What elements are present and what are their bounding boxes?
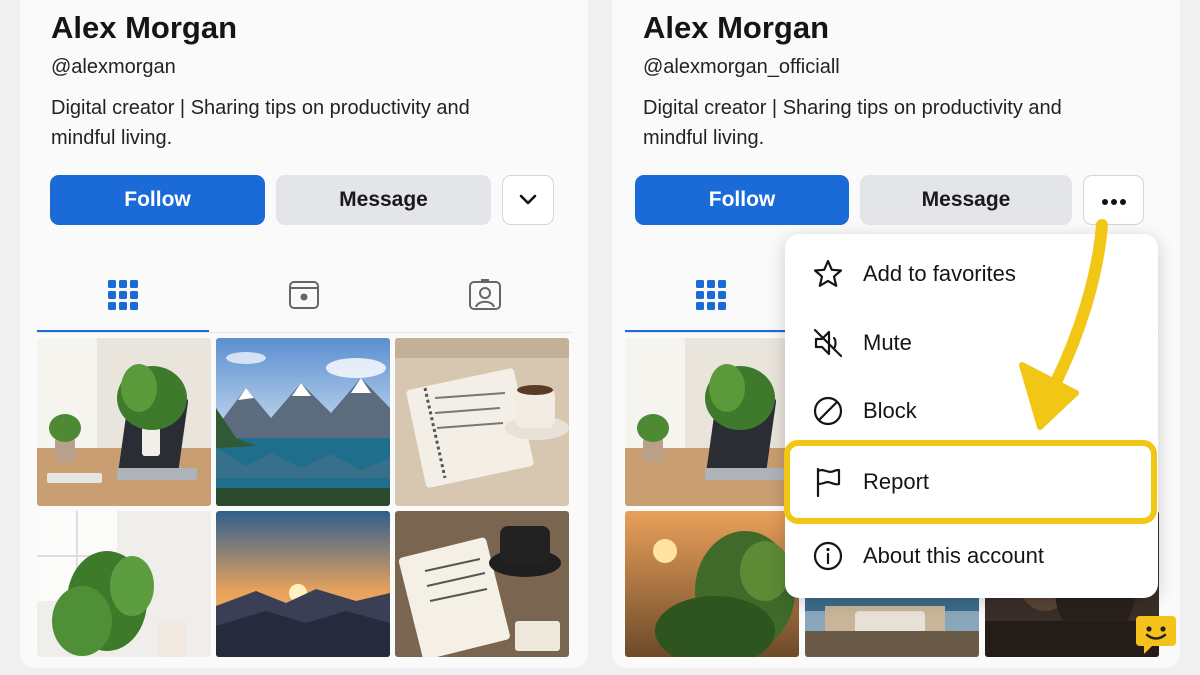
follow-button[interactable]: Follow [50, 175, 265, 225]
mute-icon [811, 326, 845, 360]
follow-button[interactable]: Follow [635, 175, 849, 225]
grid-icon [695, 279, 727, 316]
post-thumbnail[interactable] [625, 511, 799, 657]
pointer-arrow [1019, 219, 1108, 430]
menu-item-label: Add to favorites [863, 261, 1016, 286]
profile-handle: @alexmorgan_officiall [643, 56, 840, 78]
profile-bio: Digital creator | Sharing tips on produc… [643, 97, 1062, 149]
block-icon [811, 394, 845, 428]
tabs-divider [37, 332, 571, 333]
post-thumbnail[interactable] [216, 338, 390, 506]
profile-bio: Digital creator | Sharing tips on produc… [51, 97, 470, 149]
message-button[interactable]: Message [276, 175, 491, 225]
profile-panel-left: Alex Morgan @alexmorgan Digital creator … [20, 0, 588, 668]
tagged-icon [468, 278, 502, 317]
post-thumbnail[interactable] [625, 338, 799, 506]
info-icon [811, 539, 845, 573]
post-thumbnail[interactable] [395, 511, 569, 657]
profile-name: Alex Morgan [51, 10, 238, 45]
report-highlight-box [784, 440, 1157, 524]
star-icon [811, 257, 845, 291]
reels-icon [288, 279, 320, 316]
tab-posts[interactable] [37, 262, 209, 332]
grid-icon [107, 279, 139, 316]
post-thumbnail[interactable] [395, 338, 569, 506]
menu-item-about-this-account[interactable]: About this account [785, 524, 1158, 588]
menu-item-label: About this account [863, 543, 1045, 568]
post-thumbnail[interactable] [37, 338, 211, 506]
chevron-down-icon [519, 188, 537, 212]
menu-item-label: Mute [863, 330, 912, 355]
tab-posts[interactable] [625, 262, 797, 332]
assistant-smiley-icon[interactable] [1134, 612, 1178, 656]
post-thumbnail[interactable] [216, 511, 390, 657]
profile-handle: @alexmorgan [51, 56, 176, 78]
menu-item-label: Block [863, 398, 917, 423]
tab-reels[interactable] [218, 262, 390, 332]
more-options-button[interactable] [502, 175, 554, 225]
profile-name: Alex Morgan [643, 10, 830, 45]
profile-tabs [37, 262, 571, 334]
more-dots-icon [1101, 188, 1127, 212]
post-thumbnail[interactable] [37, 511, 211, 657]
tab-tagged[interactable] [399, 262, 571, 332]
